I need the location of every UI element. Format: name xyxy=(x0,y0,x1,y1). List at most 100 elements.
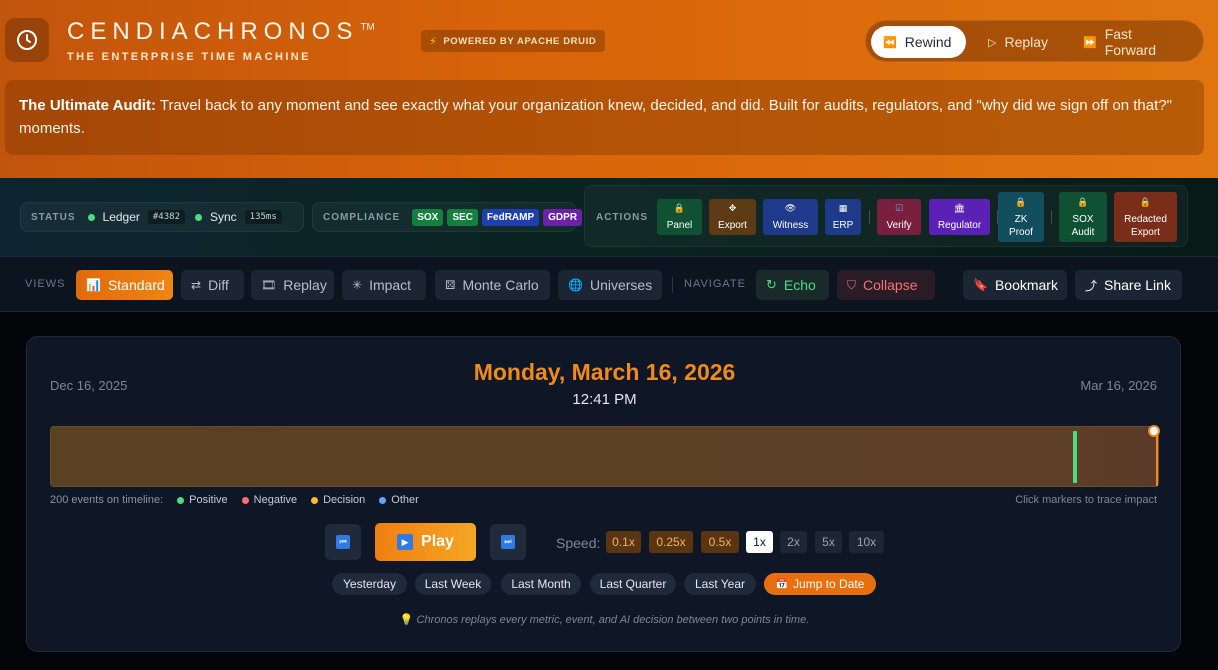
action-witness-button[interactable]: 👁 Witness xyxy=(763,199,818,235)
timeline-footer: 💡 Chronos replays every metric, event, a… xyxy=(27,613,1182,626)
action-regulator-button[interactable]: 🏛 Regulator xyxy=(929,199,990,235)
compliance-tag-gdpr: GDPR xyxy=(543,208,583,226)
intro-title: The Ultimate Audit: xyxy=(19,97,156,114)
crosshair-icon: ✥ xyxy=(728,203,737,213)
action-redacted-export-button[interactable]: 🔒 Redacted Export xyxy=(1114,192,1177,242)
compliance-tag-sec: SEC xyxy=(447,208,478,226)
replay-button[interactable]: ▷ Replay xyxy=(976,26,1066,58)
speed-0-1x[interactable]: 0.1x xyxy=(606,531,641,553)
action-zk-proof-button[interactable]: 🔒 ZK Proof xyxy=(998,192,1044,242)
jump-last-month-button[interactable]: Last Month xyxy=(501,573,581,595)
jump-yesterday-button[interactable]: Yesterday xyxy=(332,573,407,595)
timeline-card: Dec 16, 2025 Monday, March 16, 2026 12:4… xyxy=(26,336,1181,652)
refresh-icon: ↻ xyxy=(766,277,777,292)
globe-icon: 🌐 xyxy=(568,278,583,292)
bookmark-icon: 🔖 xyxy=(973,278,988,292)
skip-forward-button[interactable]: ⏭ xyxy=(490,524,526,560)
action-verify-label: Verify xyxy=(886,220,912,231)
view-replay-tab[interactable]: 🎞 Replay xyxy=(251,270,334,300)
speed-1x[interactable]: 1x xyxy=(746,531,773,553)
legend-dot xyxy=(177,496,185,504)
actions-label: ACTIONS xyxy=(596,212,648,223)
bookmark-button[interactable]: 🔖 Bookmark xyxy=(963,270,1067,300)
jump-to-date-button[interactable]: 📅 Jump to Date xyxy=(764,573,876,595)
calendar-icon: 📅 xyxy=(775,578,789,590)
replay-label: Replay xyxy=(1004,34,1049,50)
actions-divider xyxy=(1051,210,1052,224)
compliance-tag-sox: SOX xyxy=(412,208,444,226)
view-monte-carlo-label: Monte Carlo xyxy=(462,277,539,293)
action-witness-label: Witness xyxy=(772,220,809,231)
action-export-button[interactable]: ✥ Export xyxy=(709,199,756,235)
brand-title: CENDIACHRONOS TM xyxy=(67,18,375,45)
speed-0-25x[interactable]: 0.25x xyxy=(649,531,693,553)
powered-by-badge: ⚡ POWERED BY APACHE DRUID xyxy=(421,30,606,52)
echo-button[interactable]: ↻ Echo xyxy=(756,270,829,300)
lock-icon: 🔒 xyxy=(673,203,686,213)
rewind-icon: ⏪ xyxy=(883,36,897,49)
view-impact-tab[interactable]: ✳ Impact xyxy=(342,270,426,300)
eye-icon: 👁 xyxy=(784,203,797,213)
events-count-label: 200 events on timeline: xyxy=(50,494,164,506)
speed-5x[interactable]: 5x xyxy=(815,531,842,553)
timeline-track[interactable] xyxy=(50,425,1160,487)
action-panel-button[interactable]: 🔒 Panel xyxy=(657,199,702,235)
bookmark-label: Bookmark xyxy=(994,277,1058,293)
jump-last-week-button[interactable]: Last Week xyxy=(415,573,491,595)
view-diff-tab[interactable]: ⇄ Diff xyxy=(181,270,244,300)
fast-forward-button[interactable]: ⏩ Fast Forward xyxy=(1071,26,1199,58)
action-verify-button[interactable]: ☑ Verify xyxy=(877,199,921,235)
legend-label: Decision xyxy=(323,494,366,506)
lock-icon: 🔒 xyxy=(1015,196,1027,207)
play-icon: ▶ xyxy=(397,534,414,550)
ledger-id: #4382 xyxy=(147,210,185,224)
action-zk-proof-label: ZK Proof xyxy=(1009,213,1033,238)
grid-icon: ▦ xyxy=(838,203,848,213)
ledger-label: Ledger xyxy=(102,210,140,224)
rewind-button[interactable]: ⏪ Rewind xyxy=(871,26,966,58)
timeline-event-marker[interactable] xyxy=(1073,431,1077,483)
lock-icon: 🔒 xyxy=(1077,196,1089,207)
lightbulb-icon: 💡 xyxy=(399,614,414,626)
timeline-playhead-handle[interactable] xyxy=(1148,425,1160,437)
action-sox-audit-button[interactable]: 🔒 SOX Audit xyxy=(1059,192,1107,242)
jump-last-year-button[interactable]: Last Year xyxy=(684,573,756,595)
skip-back-button[interactable]: ⏮ xyxy=(325,524,361,560)
timeline-legend: 200 events on timeline: Positive Negativ… xyxy=(50,494,419,506)
views-divider xyxy=(672,277,673,293)
legend-label: Positive xyxy=(189,494,228,506)
echo-label: Echo xyxy=(783,277,816,293)
collapse-label: Collapse xyxy=(863,277,918,293)
jump-last-quarter-button[interactable]: Last Quarter xyxy=(590,573,676,595)
speed-0-5x[interactable]: 0.5x xyxy=(701,531,739,553)
legend-dot xyxy=(311,496,319,504)
view-standard-tab[interactable]: 📊 Standard xyxy=(76,270,173,300)
view-diff-label: Diff xyxy=(208,277,229,293)
view-monte-carlo-tab[interactable]: ⚄ Monte Carlo xyxy=(435,270,550,300)
ledger-status-dot xyxy=(87,213,95,221)
action-erp-button[interactable]: ▦ ERP xyxy=(825,199,861,235)
status-label: STATUS xyxy=(31,211,76,223)
dice-icon: ⚄ xyxy=(445,278,456,292)
speed-10x[interactable]: 10x xyxy=(849,531,884,553)
timeline-hint: Click markers to trace impact xyxy=(1015,494,1157,506)
status-group: STATUS Ledger #4382 Sync 135ms xyxy=(20,202,304,232)
fast-forward-icon: ⏩ xyxy=(1083,36,1097,49)
legend-label: Other xyxy=(391,494,419,506)
compliance-group: COMPLIANCE SOX SEC FedRAMP GDPR xyxy=(312,202,583,232)
collapse-button[interactable]: ⛉ Collapse xyxy=(837,270,935,300)
speed-label: Speed: xyxy=(556,535,601,551)
bar-chart-icon: 📊 xyxy=(86,278,101,292)
compliance-label: COMPLIANCE xyxy=(323,211,401,223)
timeline-footer-text: Chronos replays every metric, event, and… xyxy=(416,614,810,626)
actions-group: ACTIONS 🔒 Panel ✥ Export 👁 Witness ▦ ERP ☑ Ve… xyxy=(584,185,1188,247)
view-replay-label: Replay xyxy=(283,277,327,293)
sync-label: Sync xyxy=(209,210,237,224)
view-universes-tab[interactable]: 🌐 Universes xyxy=(558,270,662,300)
legend-dot xyxy=(379,496,387,504)
time-mode-switch: ⏪ Rewind ▷ Replay ⏩ Fast Forward xyxy=(865,20,1204,62)
play-button[interactable]: ▶ Play xyxy=(375,523,476,561)
brand-tagline: THE ENTERPRISE TIME MACHINE xyxy=(67,51,311,63)
speed-2x[interactable]: 2x xyxy=(780,531,807,553)
share-link-button[interactable]: ⤴ Share Link xyxy=(1075,270,1182,300)
